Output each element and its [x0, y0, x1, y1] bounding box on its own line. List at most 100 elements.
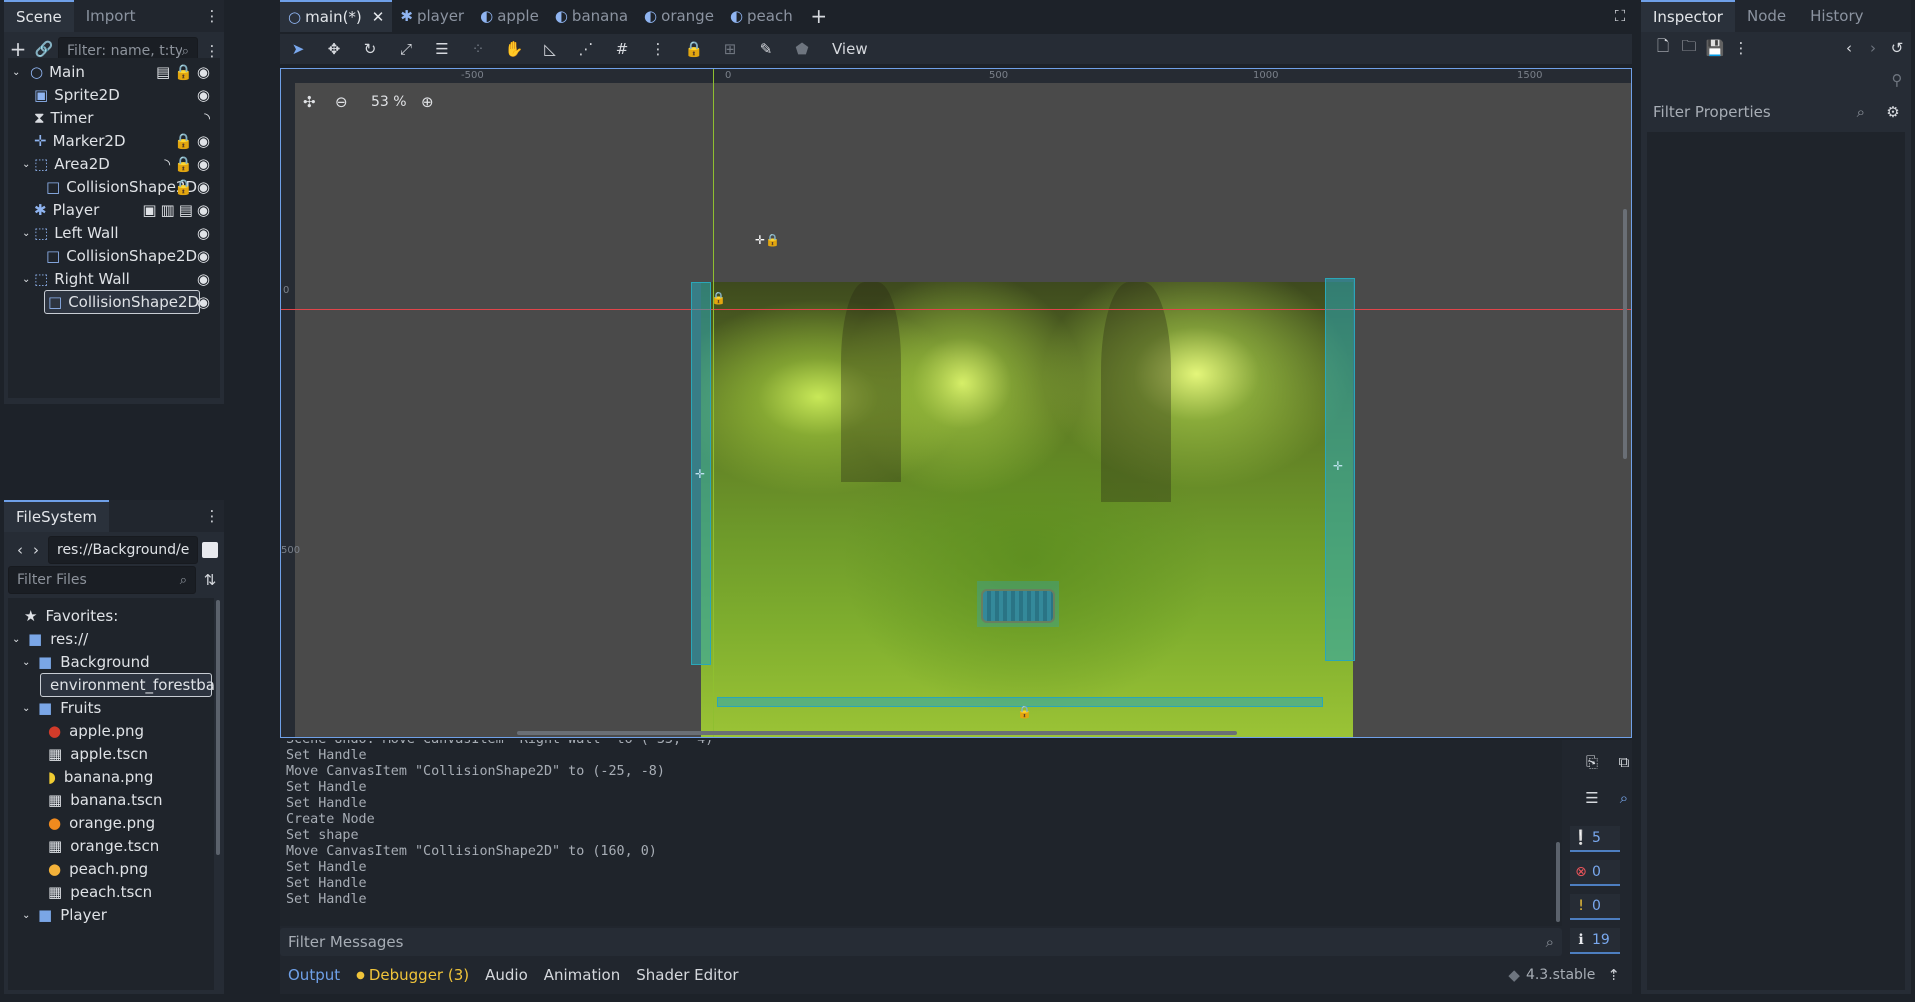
error-counter[interactable]: ⊗ 0 [1570, 860, 1620, 886]
tab-shader-editor[interactable]: Shader Editor [636, 966, 738, 984]
filter-messages-input[interactable]: Filter Messages ⌕ [280, 928, 1562, 956]
inspector-settings-icon[interactable]: ⚙ [1881, 100, 1905, 124]
visibility-icon[interactable]: ◉ [197, 247, 210, 265]
horizontal-scrollbar[interactable] [517, 731, 1237, 735]
select-tool-icon[interactable]: ➤ [284, 35, 312, 63]
tab-player[interactable]: ✱ player [392, 0, 472, 32]
visibility-icon[interactable]: ◉ [197, 86, 210, 104]
signal-icon[interactable]: ◝ [204, 109, 210, 127]
area2d-collision[interactable] [977, 581, 1059, 627]
tab-import[interactable]: Import [74, 0, 148, 32]
lock-icon[interactable]: 🔒 [711, 291, 726, 305]
filesystem-scrollbar[interactable] [216, 600, 220, 855]
tab-audio[interactable]: Audio [485, 966, 528, 984]
tab-orange[interactable]: ◐ orange [636, 0, 722, 32]
tab-history[interactable]: History [1798, 0, 1875, 32]
expand-arrow-icon[interactable]: ⌄ [22, 274, 34, 285]
file-row-player[interactable]: ⌄ ■ Player [22, 901, 107, 929]
visibility-icon[interactable]: ◉ [197, 132, 210, 150]
object-props-icon[interactable]: ⚲ [1885, 68, 1909, 92]
visibility-icon[interactable]: ◉ [197, 201, 210, 219]
info-counter[interactable]: ℹ 19 [1570, 928, 1620, 954]
history-back-icon[interactable]: ‹ [1837, 36, 1861, 60]
zoom-out-icon[interactable]: ⊖ [335, 93, 348, 111]
expand-arrow-icon[interactable]: ⌄ [12, 634, 24, 645]
lock-icon[interactable]: 🔒 [680, 35, 708, 63]
expand-arrow-icon[interactable]: ⌄ [22, 703, 34, 714]
lock-icon[interactable]: 🔒 [174, 132, 193, 150]
view-menu[interactable]: View [824, 35, 876, 63]
lock-icon[interactable]: 🔒 [174, 155, 193, 173]
visibility-icon[interactable]: ◉ [197, 178, 210, 196]
path-input[interactable]: res://Background/environ [48, 536, 198, 564]
marker-icon[interactable]: ✛ [1333, 459, 1343, 473]
message-counter[interactable]: ❕ 5 [1570, 826, 1620, 852]
expand-panel-icon[interactable]: ⇡ [1607, 966, 1620, 984]
pin-icon[interactable]: ⧉ [1612, 750, 1636, 774]
visibility-icon[interactable]: ◉ [197, 155, 210, 173]
visibility-icon[interactable]: ◉ [197, 293, 210, 311]
move-tool-icon[interactable]: ✥ [320, 35, 348, 63]
copy-icon[interactable]: ⎘ [1580, 750, 1604, 774]
close-icon[interactable]: ✕ [372, 8, 385, 26]
open-folder-icon[interactable]: 🗀 [1677, 36, 1701, 60]
lock-icon[interactable]: 🔒 [174, 63, 193, 81]
tab-banana[interactable]: ◐ banana [547, 0, 636, 32]
expand-arrow-icon[interactable]: ⌄ [22, 910, 34, 921]
search-toggle-icon[interactable]: ⌕ [1612, 786, 1636, 810]
lock-icon[interactable]: 🔒 [174, 178, 193, 196]
expand-arrow-icon[interactable]: ⌄ [22, 159, 34, 170]
vertical-ruler[interactable]: 0 500 [281, 69, 300, 737]
group-icon[interactable]: ⊞ [716, 35, 744, 63]
tab-peach[interactable]: ◐ peach [722, 0, 801, 32]
save-icon[interactable]: 💾 [1703, 36, 1727, 60]
expand-arrow-icon[interactable]: ⌄ [12, 67, 24, 78]
output-scrollbar[interactable] [1556, 842, 1560, 922]
grid-snap-icon[interactable]: # [608, 35, 636, 63]
lock-icon[interactable]: ✛🔒 [755, 233, 780, 247]
output-log[interactable]: Scene Undo: Move CanvasItem "Right Wall"… [280, 740, 1562, 926]
add-tab-icon[interactable]: + [807, 4, 831, 28]
signal-icon[interactable]: ◝ [164, 155, 170, 173]
new-resource-icon[interactable]: 🗋 [1651, 36, 1675, 60]
visibility-icon[interactable]: ◉ [197, 270, 210, 288]
visibility-icon[interactable]: ◉ [197, 224, 210, 242]
instance-icon[interactable]: ▣ [142, 201, 156, 219]
expand-arrow-icon[interactable]: ⌄ [22, 228, 34, 239]
scale-tool-icon[interactable]: ⤢ [392, 35, 420, 63]
pivot-tool-icon[interactable]: ⁘ [464, 35, 492, 63]
rotate-tool-icon[interactable]: ↻ [356, 35, 384, 63]
polygon-icon[interactable]: ⬟ [788, 35, 816, 63]
snap-options-icon[interactable]: ⋮ [644, 35, 672, 63]
distraction-free-icon[interactable]: ⛶ [1608, 4, 1632, 28]
expand-arrow-icon[interactable]: ⌄ [22, 657, 34, 668]
filter-files-input[interactable]: Filter Files ⌕ [8, 566, 196, 594]
dock-menu-icon[interactable]: ⋮ [200, 504, 224, 528]
object-history-icon[interactable]: ↺ [1885, 36, 1909, 60]
pan-tool-icon[interactable]: ✋ [500, 35, 528, 63]
zoom-in-icon[interactable]: ⊕ [421, 93, 434, 111]
visibility-icon[interactable]: ◉ [197, 63, 210, 81]
forest-background[interactable] [701, 282, 1353, 737]
vertical-scrollbar[interactable] [1623, 209, 1627, 459]
smart-snap-icon[interactable]: ⋰ [572, 35, 600, 63]
filter-properties-input[interactable]: Filter Properties ⌕ [1645, 98, 1873, 126]
forward-arrow-icon[interactable]: › [24, 538, 48, 562]
script-icon[interactable]: ▤ [179, 201, 193, 219]
bone-icon[interactable]: ✎ [752, 35, 780, 63]
dock-menu-icon[interactable]: ⋮ [200, 4, 224, 28]
tab-filesystem[interactable]: FileSystem [4, 500, 110, 532]
clapper-icon[interactable]: ▥ [161, 201, 175, 219]
zoom-level[interactable]: 53 % [371, 94, 407, 110]
more-options-icon[interactable]: ⋮ [1729, 36, 1753, 60]
tab-inspector[interactable]: Inspector [1641, 0, 1735, 32]
collapse-icon[interactable]: ☰ [1580, 786, 1604, 810]
warning-counter[interactable]: ! 0 [1570, 894, 1620, 920]
tab-apple[interactable]: ◐ apple [472, 0, 547, 32]
center-view-icon[interactable]: ✣ [303, 93, 316, 111]
tree-node-collisionshape2d-selected[interactable]: □ CollisionShape2D ◉ [44, 288, 218, 316]
sort-icon[interactable]: ⇅ [198, 568, 222, 592]
viewport[interactable]: -500 0 500 1000 1500 0 500 ✣ ⊖ 53 % ⊕ ✛ … [280, 68, 1632, 738]
toggle-split-icon[interactable] [202, 542, 218, 558]
tab-main[interactable]: ○ main(*) ✕ [280, 0, 393, 32]
